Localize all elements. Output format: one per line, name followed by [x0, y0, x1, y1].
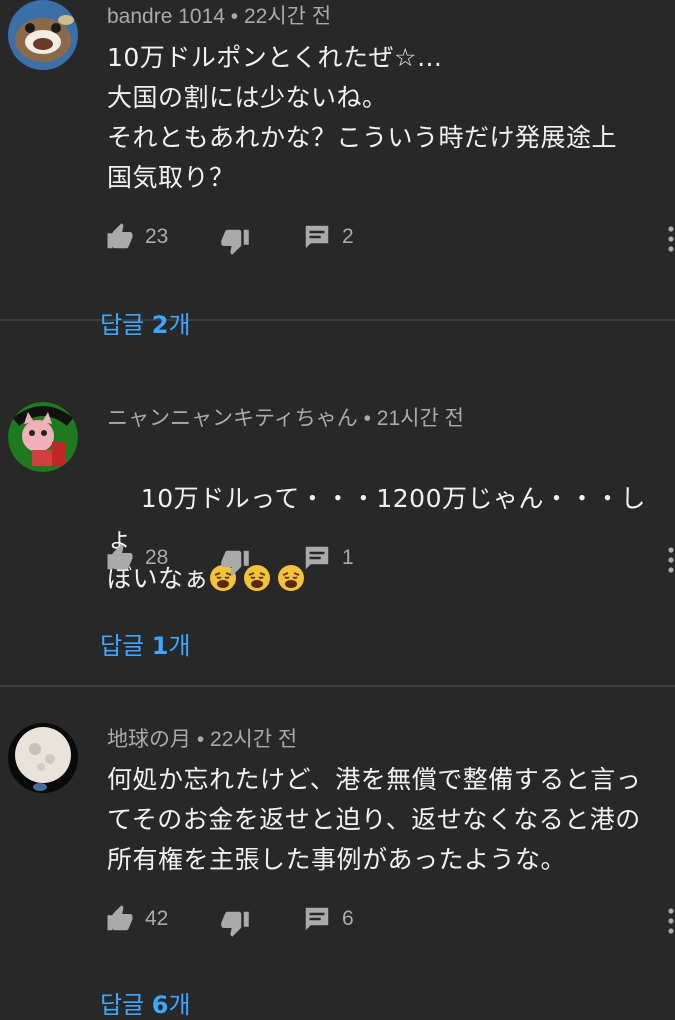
author-name[interactable]: 地球の月: [107, 728, 191, 751]
timestamp[interactable]: 22시간 전: [244, 5, 331, 28]
more-vert-icon[interactable]: [667, 908, 675, 934]
replies-label: 답글: [100, 311, 152, 339]
meta-separator: •: [196, 728, 205, 751]
replies-unit: 개: [168, 632, 191, 660]
comment-text: 10万ドルポンとくれたぜ☆… 大国の割には少ないね。 それともあれかな？こういう…: [107, 43, 618, 192]
comment-text: 10万ドルって・・・1200万じゃん・・・しょ ぼいなぁ: [107, 439, 667, 639]
like-button[interactable]: 28: [105, 543, 168, 573]
reply-count: 6: [342, 907, 354, 930]
meta-separator: •: [230, 5, 239, 28]
reply-button[interactable]: 6: [302, 904, 354, 934]
more-vert-icon[interactable]: [667, 547, 675, 573]
replies-number: 2: [151, 311, 169, 339]
replies-unit: 개: [168, 311, 191, 339]
comment-actions: 28 1: [105, 543, 675, 577]
dislike-button[interactable]: [220, 547, 250, 577]
timestamp[interactable]: 22시간 전: [210, 728, 297, 751]
like-count: 42: [145, 907, 169, 930]
reply-count: 2: [342, 225, 354, 248]
thumbs-up-icon: [107, 905, 133, 931]
comment-icon: [305, 907, 329, 931]
dislike-button[interactable]: [220, 226, 250, 256]
comment-actions: 42 6: [105, 904, 675, 938]
comment-meta: ニャンニャンキティちゃん • 21시간 전: [107, 402, 464, 432]
timestamp[interactable]: 21시간 전: [377, 407, 464, 430]
comment-icon: [305, 225, 329, 249]
comment-meta: 地球の月 • 22시간 전: [107, 723, 297, 753]
replies-unit: 개: [168, 991, 191, 1019]
replies-number: 1: [151, 632, 169, 660]
avatar[interactable]: [8, 402, 78, 472]
view-replies-link[interactable]: 답글 6개: [100, 985, 191, 1020]
comment-actions: 23 2: [105, 222, 675, 256]
thumbs-down-icon: [221, 229, 249, 255]
like-button[interactable]: 23: [105, 222, 168, 252]
meta-separator: •: [363, 407, 371, 430]
author-name[interactable]: bandre 1014: [107, 5, 225, 28]
avatar[interactable]: [8, 0, 78, 70]
view-replies-link[interactable]: 답글 1개: [100, 626, 191, 661]
comment-meta: bandre 1014 • 22시간 전: [107, 0, 331, 30]
thumbs-up-icon: [107, 223, 133, 249]
comment-icon: [305, 546, 329, 570]
thumbs-down-icon: [221, 911, 249, 937]
author-name[interactable]: ニャンニャンキティちゃん: [107, 407, 358, 430]
replies-number: 6: [151, 991, 169, 1019]
reply-count: 1: [342, 546, 354, 569]
like-count: 28: [145, 546, 169, 569]
avatar[interactable]: [8, 723, 78, 793]
thumbs-down-icon: [221, 550, 249, 576]
dislike-button[interactable]: [220, 908, 250, 938]
like-count: 23: [145, 225, 169, 248]
reply-button[interactable]: 1: [302, 543, 354, 573]
comment-text: 何処か忘れたけど、港を無償で整備すると言っ てそのお金を返せと迫り、返せなくなる…: [107, 765, 642, 874]
comment-thread: ニャンニャンキティちゃん • 21시간 전 10万ドルって・・・1200万じゃん…: [0, 366, 675, 687]
reply-button[interactable]: 2: [302, 222, 354, 252]
replies-label: 답글: [100, 991, 152, 1019]
like-button[interactable]: 42: [105, 904, 168, 934]
thumbs-up-icon: [107, 544, 133, 570]
comment-thread: bandre 1014 • 22시간 전 10万ドルポンとくれたぜ☆… 大国の割…: [0, 0, 675, 339]
replies-label: 답글: [100, 632, 152, 660]
comment-thread: 地球の月 • 22시간 전 何処か忘れたけど、港を無償で整備すると言っ てそのお…: [0, 687, 675, 1019]
more-vert-icon[interactable]: [667, 226, 675, 252]
view-replies-link[interactable]: 답글 2개: [100, 305, 191, 340]
